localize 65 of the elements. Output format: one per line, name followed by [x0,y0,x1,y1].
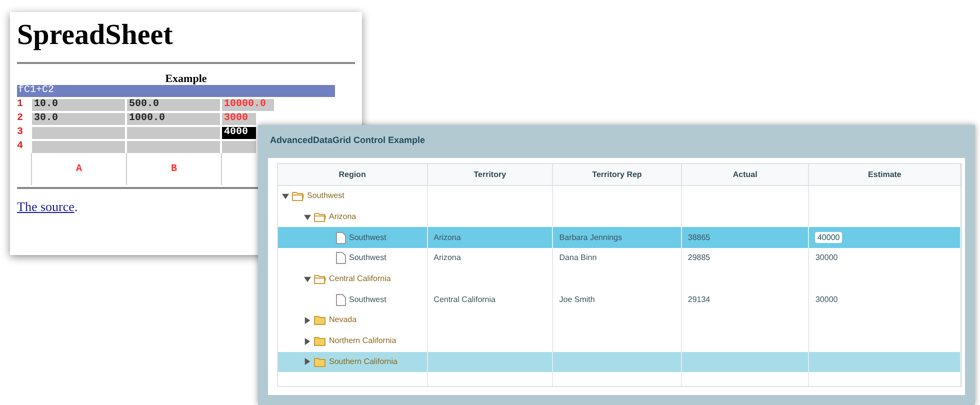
tree-label: Southwest [349,294,386,306]
page-heading: SpreadSheet [17,18,174,52]
column-header[interactable]: Territory [428,164,554,185]
expand-triangle-icon[interactable] [304,338,311,345]
tree-label: Arizona [329,211,356,224]
table-cell: Barbara Jennings [559,232,622,244]
table-cell: Arizona [434,252,461,264]
table-caption: Example [164,73,208,85]
tree-label: Central California [329,273,391,286]
collapse-triangle-icon[interactable] [282,192,289,200]
open-folder-icon [292,191,304,202]
spreadsheet-cell[interactable] [127,140,220,152]
open-folder-icon [314,274,326,284]
spreadsheet-cell[interactable] [222,140,256,152]
collapse-triangle-icon[interactable] [304,214,311,221]
table-cell: 29134 [688,294,710,306]
row-number: 1 [17,98,24,110]
expand-triangle-icon[interactable] [304,316,311,324]
table-cell: Dana Binn [559,252,597,264]
open-folder-icon [314,212,326,222]
spreadsheet-cell[interactable] [127,126,220,138]
spreadsheet-cell[interactable]: 500.0 [127,98,220,110]
spreadsheet-cell[interactable]: 1000.0 [127,112,220,124]
column-header[interactable]: Actual [682,164,810,185]
grid-row[interactable]: Arizona [278,206,961,228]
folder-icon [314,315,326,326]
row-number: 3 [17,126,24,138]
spreadsheet-cell[interactable]: 4000 [222,126,256,138]
column-header[interactable]: Region [278,164,428,185]
tree-label: Southwest [349,232,386,244]
table-cell: Arizona [434,232,461,244]
folder-icon [314,336,326,346]
tree-label: Southern California [329,356,398,368]
row-number: 2 [17,112,24,124]
spreadsheet-cell[interactable] [32,140,125,152]
tree-label: Southwest [349,252,386,264]
column-header: B [170,162,177,176]
expand-triangle-icon[interactable] [304,358,311,366]
table-cell: 38865 [688,232,710,244]
spreadsheet-cell[interactable]: 10.0 [32,98,125,110]
period-text: . [74,199,78,214]
column-header[interactable]: Estimate [809,164,961,185]
column-header[interactable]: Territory Rep [553,164,682,185]
tree-label: Northern California [329,335,396,348]
collapse-triangle-icon[interactable] [304,276,311,283]
tree-label: Nevada [329,314,357,326]
tree-label: Southwest [307,190,344,202]
source-link[interactable]: The source [17,199,74,214]
document-icon [336,252,346,264]
window-title: AdvancedDataGrid Control Example [270,134,426,146]
spreadsheet-cell[interactable] [32,126,125,138]
spreadsheet-cell[interactable]: 30.0 [32,112,125,124]
table-cell: Joe Smith [559,294,595,306]
table-cell: 30000 [815,294,838,306]
table-cell: 29885 [688,252,710,264]
grid-row[interactable]: Southwest Arizona Barbara Jennings 38865 40000 [278,227,961,248]
formula-bar[interactable]: fC1+C2 [17,85,335,97]
column-header: A [76,162,82,176]
folder-icon [314,356,326,367]
document-icon [336,294,346,306]
table-cell: Central California [434,294,496,306]
row-number: 4 [17,140,24,152]
edit-field[interactable]: 40000 [815,232,842,244]
table-cell: 30000 [815,252,838,264]
document-icon [336,232,346,244]
